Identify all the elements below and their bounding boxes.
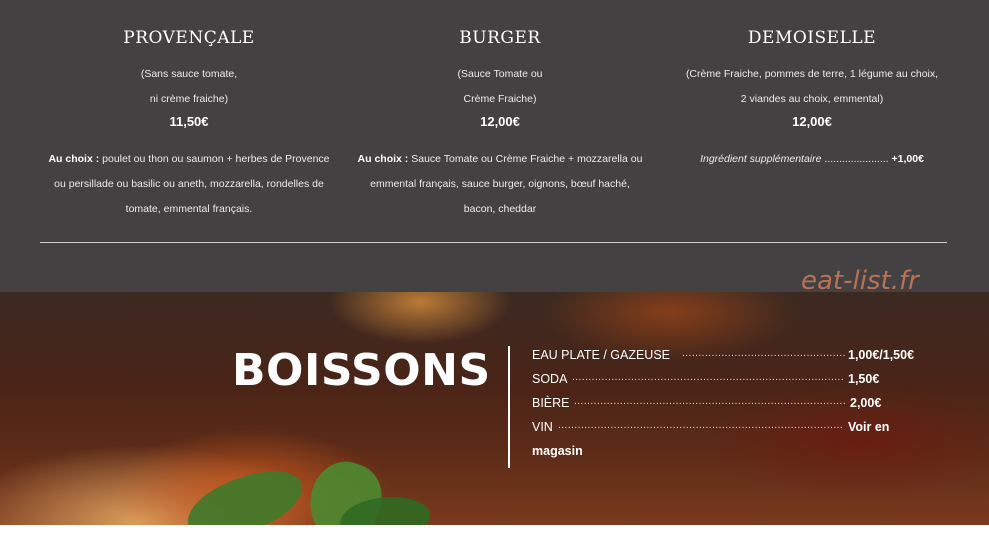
- drinks-banner: BOISSONS EAU PLATE / GAZEUSE ...........…: [0, 292, 989, 525]
- pizza-title: DEMOISELLE: [747, 28, 877, 48]
- pizza-description: Au choix : poulet ou thon ou saumon + he…: [48, 153, 330, 215]
- extra-ingredient-line: Ingrédient supplémentaire ..............…: [700, 153, 924, 165]
- drink-name: SODA: [532, 372, 568, 386]
- drink-name: BIÈRE: [532, 396, 570, 410]
- drink-name: VIN: [532, 420, 553, 434]
- pizza-title: PROVENÇALE: [123, 28, 255, 48]
- section-divider: [40, 242, 947, 243]
- drink-price-continued: magasin: [532, 444, 583, 458]
- pizza-description: Au choix : Sauce Tomate ou Crème Fraiche…: [357, 153, 643, 215]
- pizza-price: 12,00€: [480, 114, 520, 129]
- dot-leader: ........................................…: [558, 420, 844, 431]
- drink-name: EAU PLATE / GAZEUSE: [532, 348, 671, 362]
- drink-price: Voir en: [848, 420, 890, 434]
- pizza-menu-section: PROVENÇALE (Sans sauce tomate, ni crème …: [0, 0, 989, 292]
- drink-price: 1,50€: [848, 372, 880, 386]
- basil-leaf-decoration: [179, 462, 311, 525]
- drink-price: 2,00€: [850, 396, 882, 410]
- pizza-burger: BURGER (Sauce Tomate ou Crème Fraiche) 1…: [340, 28, 660, 222]
- drink-row: VIN ....................................…: [532, 420, 928, 444]
- pizza-demoiselle: DEMOISELLE (Crème Fraiche, pommes de ter…: [662, 28, 962, 172]
- dot-leader: ........................................…: [574, 396, 846, 407]
- dot-leader: ........................................…: [682, 348, 846, 359]
- pizza-price: 11,50€: [169, 114, 209, 129]
- pizza-provencale: PROVENÇALE (Sans sauce tomate, ni crème …: [30, 28, 348, 222]
- drink-row: EAU PLATE / GAZEUSE ....................…: [532, 348, 928, 372]
- vertical-divider: [508, 346, 510, 468]
- pizza-subtitle: (Crème Fraiche, pommes de terre, 1 légum…: [685, 68, 939, 105]
- drink-row: BIÈRE ..................................…: [532, 396, 928, 420]
- dot-leader: ........................................…: [572, 372, 844, 383]
- drink-price: 1,00€/1,50€: [848, 348, 915, 362]
- drink-row: SODA ...................................…: [532, 372, 928, 396]
- pizza-subtitle: (Sans sauce tomate, ni crème fraiche): [140, 68, 238, 105]
- pizza-price: 12,00€: [792, 114, 832, 129]
- drinks-list: EAU PLATE / GAZEUSE ....................…: [532, 348, 928, 458]
- pizza-subtitle: (Sauce Tomate ou Crème Fraiche): [457, 68, 543, 105]
- drinks-heading: BOISSONS: [232, 345, 491, 396]
- watermark: eat-list.fr: [801, 266, 919, 296]
- pizza-title: BURGER: [459, 28, 541, 48]
